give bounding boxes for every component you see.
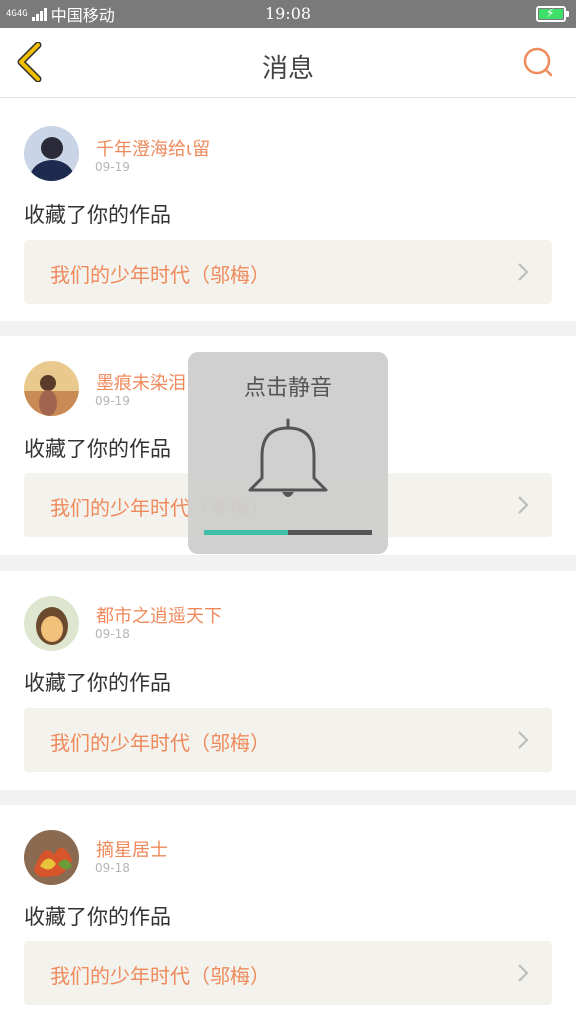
mute-overlay[interactable]: 点击静音 [188,352,388,554]
chevron-right-icon [518,263,529,281]
charging-icon: ⚡ [546,6,555,20]
volume-slider[interactable] [204,530,372,535]
bell-icon [248,418,328,497]
message-date: 09-19 [95,160,130,174]
avatar[interactable] [24,361,79,416]
work-title: 我们的少年时代（邬梅） [50,263,270,287]
volume-level [204,530,288,535]
work-title: 我们的少年时代（邬梅） [50,964,270,988]
avatar-image [24,126,79,181]
list-item: 都市之逍遥天下 09-18 收藏了你的作品 我们的少年时代（邬梅） [0,571,576,790]
work-title: 我们的少年时代（邬梅） [50,731,270,755]
avatar-image [24,361,79,416]
status-time: 19:08 [264,4,312,23]
action-text: 收藏了你的作品 [24,905,171,929]
work-link[interactable]: 我们的少年时代（邬梅） [24,941,552,1005]
battery-icon: ⚡ [536,6,569,22]
header-bar: 消息 [0,28,576,98]
search-button[interactable] [522,46,554,78]
avatar-image [24,596,79,651]
search-icon [523,47,553,77]
user-name[interactable]: 千年澄海给ι留 [96,135,210,161]
avatar[interactable] [24,830,79,885]
list-item: 摘星居士 09-18 收藏了你的作品 我们的少年时代（邬梅） [0,805,576,1024]
avatar[interactable] [24,126,79,181]
chevron-right-icon [518,496,529,514]
action-text: 收藏了你的作品 [24,671,171,695]
chevron-right-icon [518,964,529,982]
avatar[interactable] [24,596,79,651]
status-bar: 4G4G 中国移动 19:08 ⚡ [0,0,576,28]
user-name[interactable]: 墨痕未染泪 [96,369,186,395]
message-date: 09-19 [95,394,130,408]
avatar-image [24,830,79,885]
message-date: 09-18 [95,627,130,641]
work-link[interactable]: 我们的少年时代（邬梅） [24,708,552,772]
chevron-right-icon [518,731,529,749]
work-link[interactable]: 我们的少年时代（邬梅） [24,240,552,304]
mute-label: 点击静音 [243,376,332,401]
page-title: 消息 [261,54,314,84]
action-text: 收藏了你的作品 [24,437,171,461]
user-name[interactable]: 摘星居士 [96,836,168,862]
action-text: 收藏了你的作品 [24,203,171,227]
user-name[interactable]: 都市之逍遥天下 [96,602,222,628]
message-date: 09-18 [95,861,130,875]
list-item: 千年澄海给ι留 09-19 收藏了你的作品 我们的少年时代（邬梅） [0,98,576,321]
